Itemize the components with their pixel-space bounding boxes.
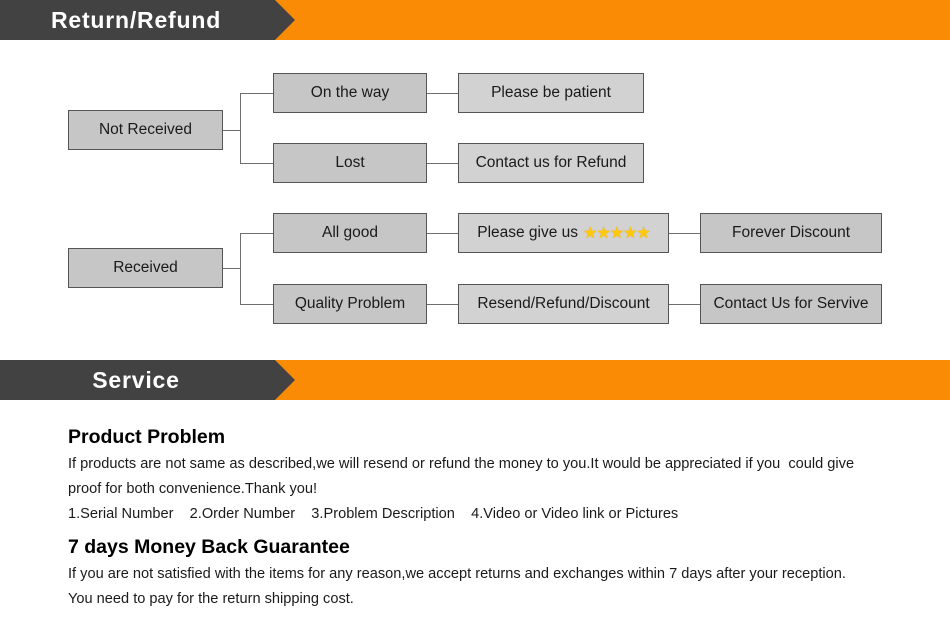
connector-line: [427, 93, 458, 94]
section-line: If you are not satisfied with the items …: [68, 566, 846, 582]
return-refund-flowchart: Not Received On the way Lost Please be p…: [0, 40, 950, 360]
flow-node-on-the-way: On the way: [273, 73, 427, 113]
flow-node-all-good: All good: [273, 213, 427, 253]
flow-node-not-received: Not Received: [68, 110, 223, 150]
connector-line: [240, 233, 241, 304]
connector-line: [240, 93, 241, 163]
flow-node-please-be-patient: Please be patient: [458, 73, 644, 113]
service-content: Product Problem If products are not same…: [68, 424, 928, 612]
flow-node-lost: Lost: [273, 143, 427, 183]
five-star-rating-icon: ★★★★★: [583, 225, 651, 242]
service-section-money-back-guarantee: 7 days Money Back Guarantee If you are n…: [68, 534, 928, 612]
section-heading-money-back-guarantee: 7 days Money Back Guarantee: [68, 536, 350, 558]
connector-line: [240, 233, 273, 234]
connector-line: [240, 93, 273, 94]
flow-node-forever-discount: Forever Discount: [700, 213, 882, 253]
flow-node-quality-problem: Quality Problem: [273, 284, 427, 324]
section-line: proof for both convenience.Thank you!: [68, 481, 318, 497]
flow-node-contact-us-for-refund: Contact us for Refund: [458, 143, 644, 183]
flow-node-resend-refund-discount: Resend/Refund/Discount: [458, 284, 669, 324]
flow-node-received: Received: [68, 248, 223, 288]
connector-line: [240, 163, 273, 164]
section-heading-product-problem: Product Problem: [68, 426, 226, 448]
section-line: 1.Serial Number 2.Order Number 3.Problem…: [68, 506, 679, 522]
connector-line: [223, 130, 241, 131]
banner-return-refund: Return/Refund: [0, 0, 950, 40]
banner-service: Service: [0, 360, 950, 400]
connector-line: [427, 233, 458, 234]
banner-return-refund-title: Return/Refund: [50, 7, 222, 33]
connector-line: [427, 163, 458, 164]
service-section-product-problem: Product Problem If products are not same…: [68, 424, 928, 527]
banner-service-title: Service: [92, 367, 180, 393]
section-line: If products are not same as described,we…: [68, 456, 855, 472]
section-line: You need to pay for the return shipping …: [68, 591, 354, 607]
connector-line: [669, 304, 700, 305]
please-give-us-label: Please give us: [477, 224, 579, 241]
connector-line: [240, 304, 273, 305]
flow-node-contact-us-for-service: Contact Us for Servive: [700, 284, 882, 324]
connector-line: [669, 233, 700, 234]
connector-line: [223, 268, 241, 269]
flow-node-please-give-us-stars: Please give us ★★★★★: [458, 213, 669, 253]
connector-line: [427, 304, 458, 305]
